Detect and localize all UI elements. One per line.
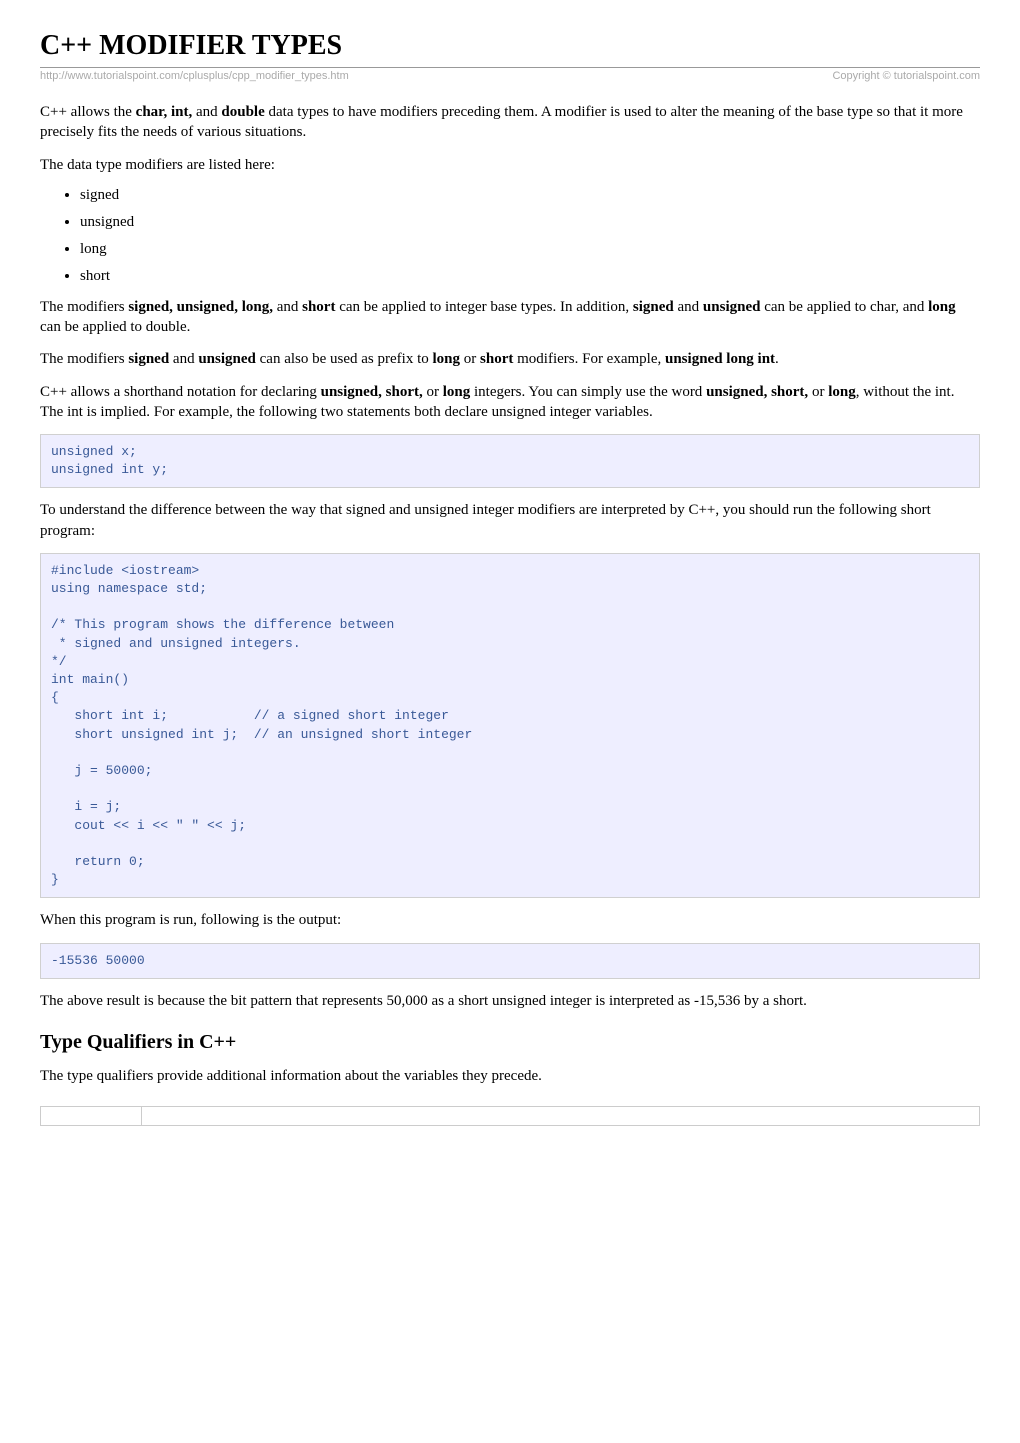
list-item: signed <box>80 187 980 204</box>
bold-text: signed <box>633 299 674 315</box>
bold-text: unsigned, short, <box>321 384 423 400</box>
bold-text: long <box>433 351 461 367</box>
bold-text: signed <box>128 351 169 367</box>
text: . <box>775 351 779 367</box>
output-intro: When this program is run, following is t… <box>40 910 980 930</box>
table-row <box>41 1107 980 1126</box>
code-block-3: -15536 50000 <box>40 943 980 979</box>
text: and <box>192 104 221 120</box>
intro-paragraph: C++ allows the char, int, and double dat… <box>40 102 980 143</box>
program-intro: To understand the difference between the… <box>40 500 980 541</box>
text: or <box>423 384 443 400</box>
bold-text: unsigned <box>703 299 761 315</box>
page-title: C++ MODIFIER TYPES <box>40 30 980 62</box>
text: and <box>273 299 302 315</box>
modifiers-list: signed unsigned long short <box>40 187 980 285</box>
text: and <box>169 351 198 367</box>
text: C++ allows the <box>40 104 136 120</box>
table-cell <box>142 1107 980 1126</box>
qualifiers-intro: The type qualifiers provide additional i… <box>40 1066 980 1086</box>
modifiers-intro: The data type modifiers are listed here: <box>40 155 980 175</box>
modifiers-detail-2: The modifiers signed and unsigned can al… <box>40 349 980 369</box>
text: can be applied to integer base types. In… <box>335 299 632 315</box>
result-explanation: The above result is because the bit patt… <box>40 991 980 1011</box>
text: integers. You can simply use the word <box>470 384 706 400</box>
bold-text: long <box>443 384 471 400</box>
bold-text: unsigned <box>198 351 256 367</box>
title-underline <box>40 67 980 68</box>
text: The modifiers <box>40 351 128 367</box>
copyright-text: Copyright © tutorialspoint.com <box>832 70 980 82</box>
shorthand-paragraph: C++ allows a shorthand notation for decl… <box>40 382 980 423</box>
text: and <box>674 299 703 315</box>
bold-text: unsigned long int <box>665 351 775 367</box>
bold-text: unsigned, short, <box>706 384 808 400</box>
url-row: http://www.tutorialspoint.com/cplusplus/… <box>40 70 980 82</box>
bold-text: short <box>480 351 513 367</box>
bold-text: long <box>928 299 956 315</box>
list-item: long <box>80 241 980 258</box>
text: modifiers. For example, <box>513 351 665 367</box>
bold-text: char, int, <box>136 104 193 120</box>
text: or <box>808 384 828 400</box>
text: can also be used as prefix to <box>256 351 433 367</box>
text: can be applied to char, and <box>760 299 928 315</box>
list-item: unsigned <box>80 214 980 231</box>
text: The modifiers <box>40 299 128 315</box>
list-item: short <box>80 268 980 285</box>
bold-text: double <box>221 104 264 120</box>
code-block-2: #include <iostream> using namespace std;… <box>40 553 980 898</box>
modifiers-detail-1: The modifiers signed, unsigned, long, an… <box>40 297 980 338</box>
source-url-link[interactable]: http://www.tutorialspoint.com/cplusplus/… <box>40 70 349 82</box>
text: can be applied to double. <box>40 319 190 335</box>
qualifiers-table <box>40 1106 980 1126</box>
code-block-1: unsigned x; unsigned int y; <box>40 434 980 488</box>
bold-text: signed, unsigned, long, <box>128 299 273 315</box>
table-cell <box>41 1107 142 1126</box>
text: or <box>460 351 480 367</box>
bold-text: short <box>302 299 335 315</box>
bold-text: long <box>828 384 856 400</box>
text: C++ allows a shorthand notation for decl… <box>40 384 321 400</box>
section-heading: Type Qualifiers in C++ <box>40 1031 980 1054</box>
